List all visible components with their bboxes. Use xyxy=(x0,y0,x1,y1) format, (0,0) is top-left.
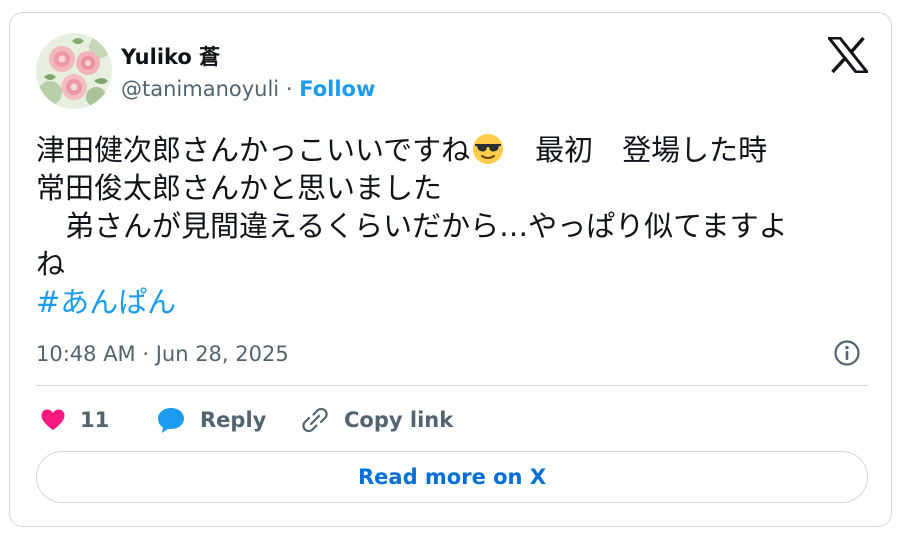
reply-button[interactable]: Reply xyxy=(156,403,266,437)
info-icon[interactable] xyxy=(833,339,861,367)
author-handle[interactable]: @tanimanoyuli xyxy=(121,77,279,101)
author-display-name[interactable]: Yuliko 蒼 xyxy=(121,41,220,71)
tweet-line-4: ね xyxy=(36,247,66,281)
copy-link-button[interactable]: Copy link xyxy=(300,403,453,437)
author-handle-row: @tanimanoyuli · Follow xyxy=(121,77,375,101)
reply-label: Reply xyxy=(200,408,267,432)
avatar-flowers-image xyxy=(36,33,112,109)
tweet-line-2: 常田俊太郎さんかと思いました xyxy=(36,171,443,205)
read-more-on-x-button[interactable]: Read more on X xyxy=(36,451,868,503)
heart-icon xyxy=(41,409,65,430)
copy-link-label: Copy link xyxy=(344,408,454,432)
tweet-line-1: 津田健次郎さんかっこいいですね 最初 登場した時 xyxy=(36,131,876,169)
tweet-text-segment: 最初 登場した時 xyxy=(506,133,768,167)
read-more-label: Read more on X xyxy=(357,465,547,489)
tweet-text: 津田健次郎さんかっこいいですね 最初 登場した時 常田俊太郎さんかと思いました … xyxy=(36,131,876,321)
follow-button[interactable]: Follow xyxy=(299,77,375,101)
like-count: 11 xyxy=(80,408,110,432)
tweet-text-segment: 津田健次郎さんかっこいいですね xyxy=(36,133,471,167)
tweet-timestamp[interactable]: 10:48 AM · Jun 28, 2025 xyxy=(36,342,289,366)
like-button[interactable]: 11 xyxy=(40,403,109,437)
x-logo-icon[interactable] xyxy=(825,36,871,74)
speech-bubble-icon xyxy=(158,408,184,433)
link-icon xyxy=(302,407,328,433)
handle-separator: · xyxy=(285,77,293,101)
hashtag-link[interactable]: #あんぱん xyxy=(36,283,176,321)
divider xyxy=(36,385,868,386)
sunglasses-emoji-icon xyxy=(473,134,504,164)
tweet-embed-card: Yuliko 蒼 @tanimanoyuli · Follow 津田健次郎さんか… xyxy=(9,12,892,527)
avatar[interactable] xyxy=(36,33,112,109)
tweet-line-3: 弟さんが見間違えるくらいだから…やっぱり似てますよ xyxy=(36,209,788,243)
